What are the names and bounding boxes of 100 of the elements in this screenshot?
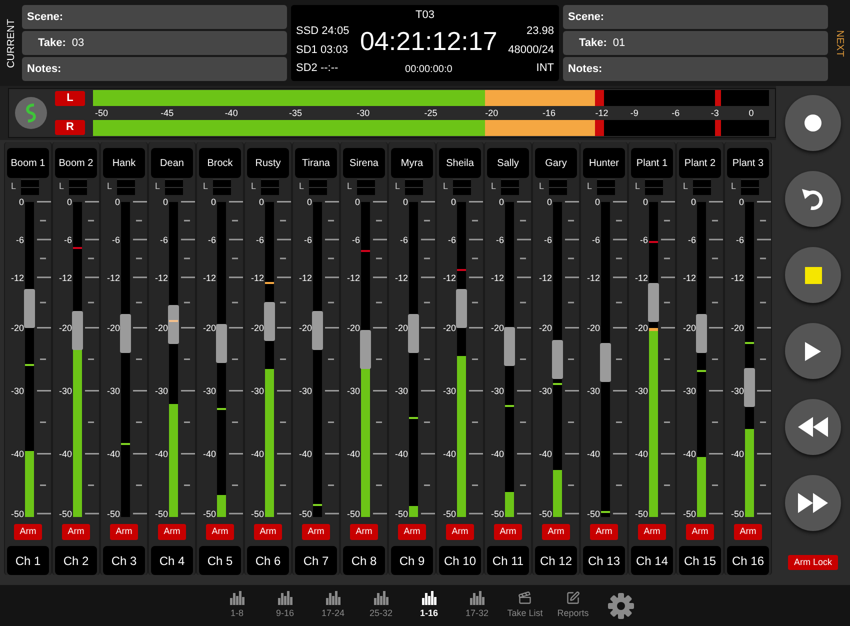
channel-name-button[interactable]: Gary — [535, 148, 577, 178]
nav-tab[interactable]: 17-24 — [309, 590, 357, 620]
arm-button[interactable]: Arm — [398, 524, 426, 540]
channel-name-button[interactable]: Plant 3 — [727, 148, 769, 178]
info-field[interactable]: Notes: — [563, 57, 828, 81]
info-field[interactable]: Scene: — [22, 5, 287, 29]
scale-label: 0 — [162, 197, 168, 207]
arm-button[interactable]: Arm — [734, 524, 762, 540]
scale-label: -30 — [154, 386, 168, 396]
record-button[interactable] — [785, 95, 841, 151]
scale-label: -45 — [160, 107, 174, 120]
media-status: SD1 03:03 — [296, 42, 349, 58]
arm-button[interactable]: Arm — [350, 524, 378, 540]
info-field[interactable]: Take: 01 — [563, 31, 828, 55]
arm-button[interactable]: Arm — [302, 524, 330, 540]
channel-name-button[interactable]: Brock — [199, 148, 241, 178]
channel-name-button[interactable]: Boom 1 — [7, 148, 49, 178]
channel-name-button[interactable]: Sally — [487, 148, 529, 178]
input-indicator — [261, 179, 280, 195]
scale-label: -6 — [590, 234, 600, 245]
info-field[interactable]: Scene: — [563, 5, 828, 29]
scale-label: -20 — [442, 323, 456, 333]
fast-forward-button[interactable] — [785, 475, 841, 531]
nav-tab[interactable]: 9-16 — [261, 590, 309, 620]
arm-button[interactable]: Arm — [62, 524, 90, 540]
scale-label: 0 — [738, 197, 744, 207]
input-indicator — [453, 179, 472, 195]
scale-label: -20 — [634, 323, 648, 333]
arm-button[interactable]: Arm — [446, 524, 474, 540]
arm-button[interactable]: Arm — [206, 524, 234, 540]
fader-handle[interactable] — [600, 342, 611, 382]
channel-name-button[interactable]: Tirana — [295, 148, 337, 178]
scale-label: -30 — [682, 386, 696, 396]
scale-label: -30 — [634, 386, 648, 396]
info-field[interactable]: Take: 03 — [22, 31, 287, 55]
nav-tab[interactable]: Reports — [549, 590, 597, 620]
field-value: 01 — [612, 36, 626, 51]
scale-label: -6 — [254, 234, 264, 245]
channel-name-button[interactable]: Hunter — [583, 148, 625, 178]
arm-button[interactable]: Arm — [638, 524, 666, 540]
nav-tab[interactable]: 1-16 — [405, 590, 453, 620]
channel-name-button[interactable]: Plant 2 — [679, 148, 721, 178]
channel-name-button[interactable]: Plant 1 — [631, 148, 673, 178]
record-icon — [804, 114, 822, 132]
fader-handle[interactable] — [648, 282, 659, 322]
scale-label: -6 — [446, 234, 456, 245]
timecode: 04:21:12:17 — [360, 25, 498, 58]
fader-handle[interactable] — [216, 324, 227, 363]
input-indicator — [549, 179, 568, 195]
stop-icon — [804, 266, 822, 284]
channel-name-button[interactable]: Myra — [391, 148, 433, 178]
arm-button[interactable]: Arm — [158, 524, 186, 540]
channel-label: Ch 16 — [727, 546, 769, 575]
channel-name-button[interactable]: Sirena — [343, 148, 385, 178]
fader-handle[interactable] — [408, 314, 419, 354]
arm-button[interactable]: Arm — [686, 524, 714, 540]
fader-handle[interactable] — [264, 302, 275, 341]
play-button[interactable] — [785, 323, 841, 379]
rewind-icon — [798, 417, 828, 437]
info-field[interactable]: Notes: — [22, 57, 287, 81]
scale-label: -6 — [398, 234, 408, 245]
fader-handle[interactable] — [72, 311, 83, 350]
nav-tab[interactable]: Take List — [501, 590, 549, 620]
scale-label: 0 — [748, 107, 754, 120]
arm-button[interactable]: Arm — [14, 524, 42, 540]
nav-tab[interactable]: 25-32 — [357, 590, 405, 620]
scale-label: -16 — [542, 107, 556, 120]
scale-label: 0 — [594, 197, 600, 207]
fader-handle[interactable] — [312, 311, 323, 350]
fader-handle[interactable] — [696, 314, 707, 354]
rewind-button[interactable] — [785, 399, 841, 455]
arm-button[interactable]: Arm — [590, 524, 618, 540]
scale-label: -20 — [298, 323, 312, 333]
fader-handle[interactable] — [456, 289, 467, 328]
fader-handle[interactable] — [24, 289, 35, 328]
arm-lock-button[interactable]: Arm Lock — [788, 555, 838, 570]
channel-name-button[interactable]: Dean — [151, 148, 193, 178]
channel-name-button[interactable]: Rusty — [247, 148, 289, 178]
scale-label: -12 — [595, 107, 608, 120]
fader-handle[interactable] — [552, 340, 563, 378]
fader-handle[interactable] — [360, 330, 371, 370]
arm-button[interactable]: Arm — [110, 524, 138, 540]
channel-name-button[interactable]: Boom 2 — [55, 148, 97, 178]
fader-handle[interactable] — [120, 314, 131, 354]
fader-handle[interactable] — [168, 304, 179, 344]
input-indicator — [165, 179, 184, 195]
side-label: L — [11, 180, 16, 194]
channel-name-button[interactable]: Sheila — [439, 148, 481, 178]
side-label: L — [491, 180, 496, 194]
undo-button[interactable] — [785, 171, 841, 227]
fader-handle[interactable] — [744, 368, 755, 407]
nav-tab[interactable]: 1-8 — [213, 590, 261, 620]
stop-button[interactable] — [785, 247, 841, 303]
channel-name-button[interactable]: Hank — [103, 148, 145, 178]
arm-button[interactable]: Arm — [494, 524, 522, 540]
scale-label: -50 — [586, 508, 600, 519]
arm-button[interactable]: Arm — [542, 524, 570, 540]
nav-tab[interactable]: 17-32 — [453, 590, 501, 620]
arm-button[interactable]: Arm — [254, 524, 282, 540]
fader-handle[interactable] — [504, 326, 515, 366]
